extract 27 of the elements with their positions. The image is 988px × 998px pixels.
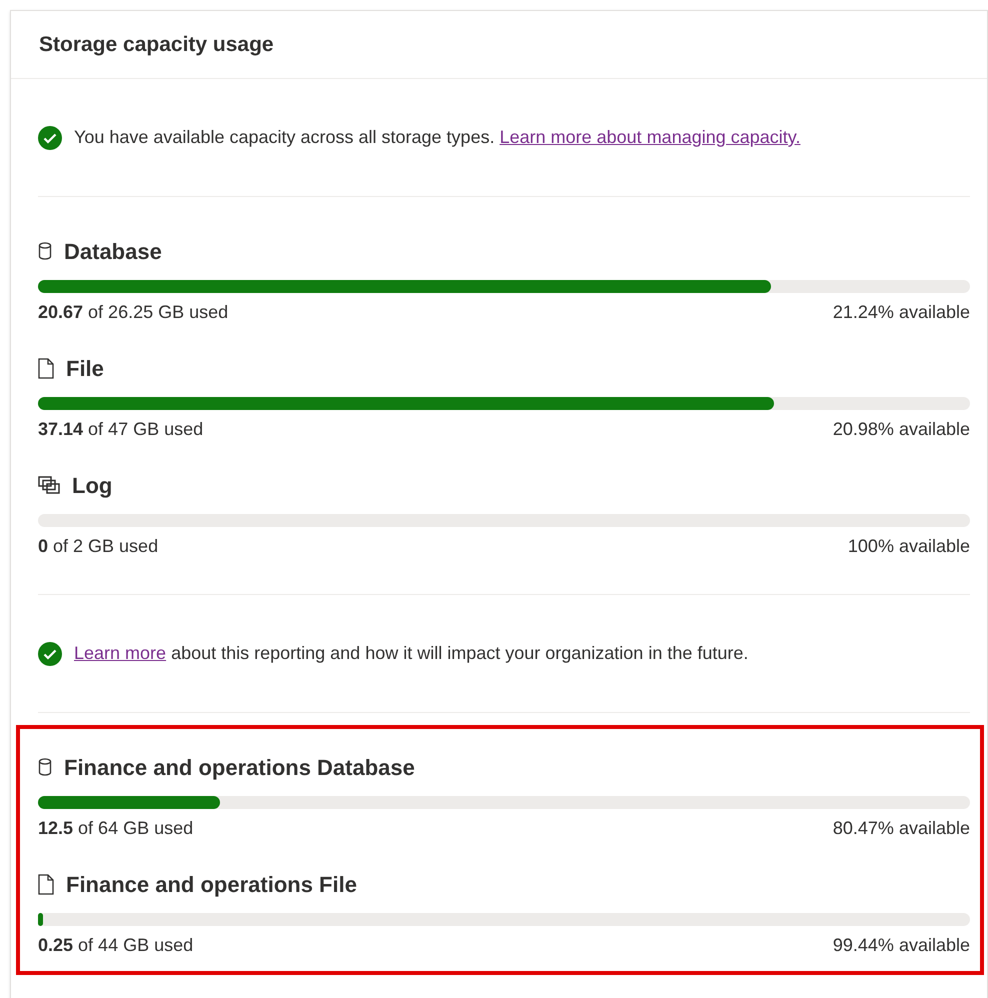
notice-text: You have available capacity across all storage types. Learn more about managing capacity. — [74, 126, 800, 149]
usage-text: 0 of 2 GB used — [38, 535, 158, 558]
notice-text: Learn more about this reporting and how it will impact your organization in the future. — [74, 642, 748, 665]
stacked-windows-icon — [38, 476, 60, 494]
usage-text: 12.5 of 64 GB used — [38, 817, 194, 840]
storage-type-heading: Finance and operations File — [66, 870, 357, 899]
storage-type-heading: Finance and operations Database — [64, 754, 415, 782]
available-text: 80.47% available — [832, 817, 970, 840]
storage-type-heading: Database — [64, 238, 162, 266]
learn-more-link[interactable]: Learn more about managing capacity. — [500, 127, 800, 147]
available-text: 99.44% available — [832, 934, 970, 957]
card-title: Storage capacity usage — [39, 32, 274, 58]
check-circle-icon — [38, 642, 62, 666]
usage-text: 20.67 of 26.25 GB used — [38, 301, 228, 324]
storage-type-heading: Log — [72, 472, 112, 500]
file-icon — [38, 358, 54, 378]
file-icon — [38, 874, 54, 894]
available-text: 20.98% available — [832, 418, 970, 441]
learn-more-link[interactable]: Learn more — [74, 643, 166, 663]
available-text: 21.24% available — [832, 301, 970, 324]
storage-type-heading: File — [66, 354, 104, 382]
check-circle-icon — [38, 126, 62, 150]
usage-text: 37.14 of 47 GB used — [38, 418, 204, 441]
usage-text: 0.25 of 44 GB used — [38, 934, 194, 957]
database-icon — [38, 242, 52, 260]
available-text: 100% available — [848, 535, 970, 558]
database-icon — [38, 758, 52, 776]
